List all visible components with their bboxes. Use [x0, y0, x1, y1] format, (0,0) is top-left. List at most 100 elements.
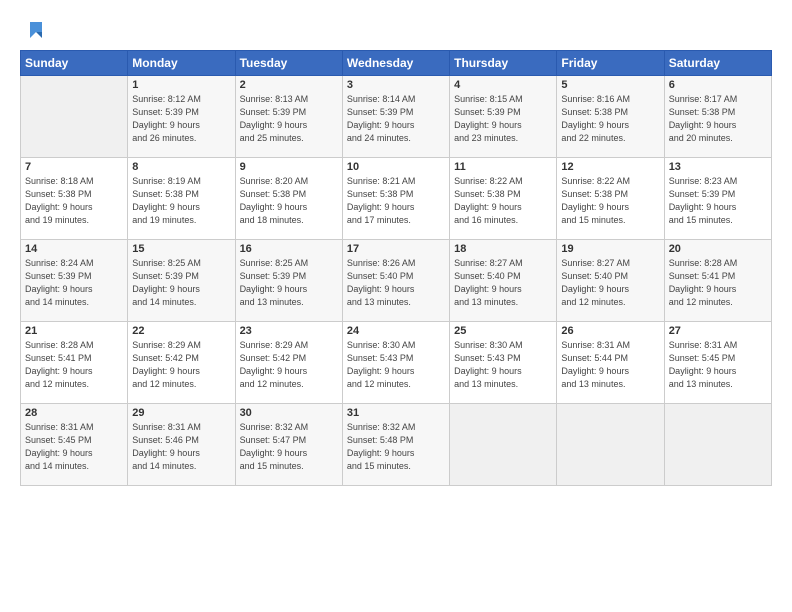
- calendar-cell: 23 Sunrise: 8:29 AMSunset: 5:42 PMDayligh…: [235, 322, 342, 404]
- calendar-cell: 2 Sunrise: 8:13 AMSunset: 5:39 PMDaylight…: [235, 76, 342, 158]
- calendar-header-sunday: Sunday: [21, 51, 128, 76]
- day-number: 4: [454, 79, 552, 91]
- day-info: Sunrise: 8:31 AMSunset: 5:45 PMDaylight:…: [669, 339, 767, 391]
- day-info: Sunrise: 8:31 AMSunset: 5:44 PMDaylight:…: [561, 339, 659, 391]
- calendar-week-row: 28 Sunrise: 8:31 AMSunset: 5:45 PMDayligh…: [21, 404, 772, 486]
- calendar-header-row: SundayMondayTuesdayWednesdayThursdayFrid…: [21, 51, 772, 76]
- day-info: Sunrise: 8:30 AMSunset: 5:43 PMDaylight:…: [347, 339, 445, 391]
- day-number: 9: [240, 161, 338, 173]
- calendar-cell: 27 Sunrise: 8:31 AMSunset: 5:45 PMDayligh…: [664, 322, 771, 404]
- day-info: Sunrise: 8:32 AMSunset: 5:47 PMDaylight:…: [240, 421, 338, 473]
- calendar-week-row: 7 Sunrise: 8:18 AMSunset: 5:38 PMDaylight…: [21, 158, 772, 240]
- calendar-cell: 13 Sunrise: 8:23 AMSunset: 5:39 PMDayligh…: [664, 158, 771, 240]
- day-info: Sunrise: 8:22 AMSunset: 5:38 PMDaylight:…: [454, 175, 552, 227]
- calendar-header-thursday: Thursday: [450, 51, 557, 76]
- day-number: 19: [561, 243, 659, 255]
- day-number: 29: [132, 407, 230, 419]
- calendar-cell: 19 Sunrise: 8:27 AMSunset: 5:40 PMDayligh…: [557, 240, 664, 322]
- day-info: Sunrise: 8:13 AMSunset: 5:39 PMDaylight:…: [240, 93, 338, 145]
- calendar-week-row: 21 Sunrise: 8:28 AMSunset: 5:41 PMDayligh…: [21, 322, 772, 404]
- calendar-header-wednesday: Wednesday: [342, 51, 449, 76]
- calendar-cell: 28 Sunrise: 8:31 AMSunset: 5:45 PMDayligh…: [21, 404, 128, 486]
- calendar-cell: 3Sunrise: 8:14 AMSunset: 5:39 PMDaylight…: [342, 76, 449, 158]
- header: [20, 18, 772, 40]
- logo-icon: [22, 18, 44, 40]
- day-info: Sunrise: 8:18 AMSunset: 5:38 PMDaylight:…: [25, 175, 123, 227]
- day-number: 11: [454, 161, 552, 173]
- day-info: Sunrise: 8:16 AMSunset: 5:38 PMDaylight:…: [561, 93, 659, 145]
- day-number: 26: [561, 325, 659, 337]
- day-number: 13: [669, 161, 767, 173]
- calendar-cell: 15 Sunrise: 8:25 AMSunset: 5:39 PMDayligh…: [128, 240, 235, 322]
- day-info: Sunrise: 8:23 AMSunset: 5:39 PMDaylight:…: [669, 175, 767, 227]
- calendar-cell: 5 Sunrise: 8:16 AMSunset: 5:38 PMDaylight…: [557, 76, 664, 158]
- logo: [20, 18, 44, 40]
- day-number: 7: [25, 161, 123, 173]
- day-info: Sunrise: 8:25 AMSunset: 5:39 PMDaylight:…: [240, 257, 338, 309]
- calendar-cell: 12 Sunrise: 8:22 AMSunset: 5:38 PMDayligh…: [557, 158, 664, 240]
- calendar-cell: 10 Sunrise: 8:21 AMSunset: 5:38 PMDayligh…: [342, 158, 449, 240]
- day-number: 15: [132, 243, 230, 255]
- day-info: Sunrise: 8:28 AMSunset: 5:41 PMDaylight:…: [669, 257, 767, 309]
- day-number: 20: [669, 243, 767, 255]
- calendar-header-tuesday: Tuesday: [235, 51, 342, 76]
- day-number: 2: [240, 79, 338, 91]
- day-info: Sunrise: 8:29 AMSunset: 5:42 PMDaylight:…: [132, 339, 230, 391]
- calendar-header-saturday: Saturday: [664, 51, 771, 76]
- day-number: 17: [347, 243, 445, 255]
- day-number: 25: [454, 325, 552, 337]
- day-info: Sunrise: 8:29 AMSunset: 5:42 PMDaylight:…: [240, 339, 338, 391]
- calendar-cell: 7 Sunrise: 8:18 AMSunset: 5:38 PMDaylight…: [21, 158, 128, 240]
- calendar-cell: 22 Sunrise: 8:29 AMSunset: 5:42 PMDayligh…: [128, 322, 235, 404]
- calendar-cell: [664, 404, 771, 486]
- day-info: Sunrise: 8:19 AMSunset: 5:38 PMDaylight:…: [132, 175, 230, 227]
- day-number: 1: [132, 79, 230, 91]
- calendar-cell: 25 Sunrise: 8:30 AMSunset: 5:43 PMDayligh…: [450, 322, 557, 404]
- calendar-header-monday: Monday: [128, 51, 235, 76]
- calendar-week-row: 1 Sunrise: 8:12 AMSunset: 5:39 PMDaylight…: [21, 76, 772, 158]
- calendar-cell: 17 Sunrise: 8:26 AMSunset: 5:40 PMDayligh…: [342, 240, 449, 322]
- day-info: Sunrise: 8:25 AMSunset: 5:39 PMDaylight:…: [132, 257, 230, 309]
- day-info: Sunrise: 8:30 AMSunset: 5:43 PMDaylight:…: [454, 339, 552, 391]
- day-number: 10: [347, 161, 445, 173]
- day-number: 12: [561, 161, 659, 173]
- day-info: Sunrise: 8:22 AMSunset: 5:38 PMDaylight:…: [561, 175, 659, 227]
- day-number: 23: [240, 325, 338, 337]
- day-number: 22: [132, 325, 230, 337]
- day-info: Sunrise: 8:24 AMSunset: 5:39 PMDaylight:…: [25, 257, 123, 309]
- calendar-cell: 8 Sunrise: 8:19 AMSunset: 5:38 PMDaylight…: [128, 158, 235, 240]
- day-number: 28: [25, 407, 123, 419]
- calendar-header-friday: Friday: [557, 51, 664, 76]
- calendar-cell: 4Sunrise: 8:15 AMSunset: 5:39 PMDaylight…: [450, 76, 557, 158]
- calendar-cell: 9 Sunrise: 8:20 AMSunset: 5:38 PMDaylight…: [235, 158, 342, 240]
- calendar-cell: 30 Sunrise: 8:32 AMSunset: 5:47 PMDayligh…: [235, 404, 342, 486]
- day-number: 5: [561, 79, 659, 91]
- day-info: Sunrise: 8:27 AMSunset: 5:40 PMDaylight:…: [561, 257, 659, 309]
- calendar-cell: 11 Sunrise: 8:22 AMSunset: 5:38 PMDayligh…: [450, 158, 557, 240]
- day-number: 24: [347, 325, 445, 337]
- calendar-week-row: 14Sunrise: 8:24 AMSunset: 5:39 PMDayligh…: [21, 240, 772, 322]
- calendar-cell: [557, 404, 664, 486]
- day-number: 21: [25, 325, 123, 337]
- calendar-cell: 31Sunrise: 8:32 AMSunset: 5:48 PMDayligh…: [342, 404, 449, 486]
- day-info: Sunrise: 8:31 AMSunset: 5:45 PMDaylight:…: [25, 421, 123, 473]
- day-info: Sunrise: 8:12 AMSunset: 5:39 PMDaylight:…: [132, 93, 230, 145]
- day-info: Sunrise: 8:28 AMSunset: 5:41 PMDaylight:…: [25, 339, 123, 391]
- calendar-cell: 6Sunrise: 8:17 AMSunset: 5:38 PMDaylight…: [664, 76, 771, 158]
- day-info: Sunrise: 8:26 AMSunset: 5:40 PMDaylight:…: [347, 257, 445, 309]
- day-info: Sunrise: 8:20 AMSunset: 5:38 PMDaylight:…: [240, 175, 338, 227]
- calendar-cell: 18Sunrise: 8:27 AMSunset: 5:40 PMDayligh…: [450, 240, 557, 322]
- day-info: Sunrise: 8:27 AMSunset: 5:40 PMDaylight:…: [454, 257, 552, 309]
- calendar-table: SundayMondayTuesdayWednesdayThursdayFrid…: [20, 50, 772, 486]
- day-info: Sunrise: 8:31 AMSunset: 5:46 PMDaylight:…: [132, 421, 230, 473]
- day-number: 27: [669, 325, 767, 337]
- calendar-cell: 1 Sunrise: 8:12 AMSunset: 5:39 PMDaylight…: [128, 76, 235, 158]
- day-number: 31: [347, 407, 445, 419]
- page: SundayMondayTuesdayWednesdayThursdayFrid…: [0, 0, 792, 612]
- day-number: 30: [240, 407, 338, 419]
- calendar-cell: 24 Sunrise: 8:30 AMSunset: 5:43 PMDayligh…: [342, 322, 449, 404]
- day-info: Sunrise: 8:17 AMSunset: 5:38 PMDaylight:…: [669, 93, 767, 145]
- day-number: 8: [132, 161, 230, 173]
- day-info: Sunrise: 8:21 AMSunset: 5:38 PMDaylight:…: [347, 175, 445, 227]
- calendar-cell: [450, 404, 557, 486]
